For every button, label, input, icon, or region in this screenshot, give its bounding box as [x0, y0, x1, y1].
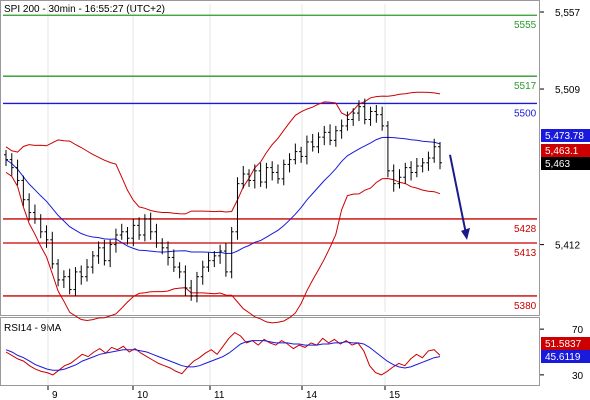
- level-label: 5517: [514, 81, 537, 92]
- forecast-arrow-shaft: [449, 154, 467, 235]
- level-label: 5428: [514, 224, 537, 235]
- level-label: 5380: [514, 301, 537, 312]
- chart-title: SPI 200 - 30min - 16:55:27 (UTC+2): [4, 4, 165, 15]
- price-tag-label: 5,463: [545, 159, 570, 170]
- x-tick-label: 14: [306, 390, 318, 400]
- forecast-arrow-head: [461, 227, 470, 240]
- x-tick-label: 11: [214, 390, 225, 400]
- chart-canvas: SPI 200 - 30min - 16:55:27 (UTC+2) RSI14…: [0, 0, 590, 400]
- levels-layer: 5555 5517 5500 5428 5413 5380: [3, 14, 537, 312]
- x-tick-label: 10: [137, 390, 149, 400]
- level-label: 5555: [514, 20, 537, 31]
- y-tick-label: 5,412: [555, 241, 580, 252]
- rsi-line: [5, 331, 441, 376]
- bollinger-upper-band: [5, 91, 441, 215]
- rsi-y-tick-label: 70: [572, 325, 584, 336]
- x-tick-label: 15: [389, 390, 401, 400]
- rsi-layer: [5, 331, 441, 376]
- annotation-layer: [449, 154, 470, 240]
- moving-average-line: [5, 136, 441, 255]
- x-tick-label: 9: [52, 390, 58, 400]
- bollinger-layer: [5, 91, 441, 324]
- level-label: 5413: [514, 248, 537, 259]
- rsi-ma-line: [5, 340, 441, 371]
- rsi-panel-frame: [0, 317, 540, 386]
- y-tick-label: 5,509: [555, 85, 580, 96]
- level-label: 5500: [514, 108, 537, 119]
- grid-layer: [47, 4, 386, 385]
- rsi-y-tick-label: 30: [572, 371, 584, 382]
- price-tag-label: 5,473.78: [545, 131, 584, 142]
- bollinger-lower-band: [5, 171, 441, 324]
- rsi-value-tag-label: 51.5837: [545, 339, 582, 350]
- price-tag-label: 5,463.1: [545, 146, 579, 157]
- rsi-value-tag-label: 45.6119: [545, 352, 581, 363]
- y-tick-label: 5,557: [555, 8, 580, 19]
- rsi-title: RSI14 - 9MA: [4, 323, 62, 334]
- candles-layer: [4, 98, 442, 303]
- axis-layer: 9 10 11 14 15 5,557 5,509 5,412 70 30: [47, 8, 584, 400]
